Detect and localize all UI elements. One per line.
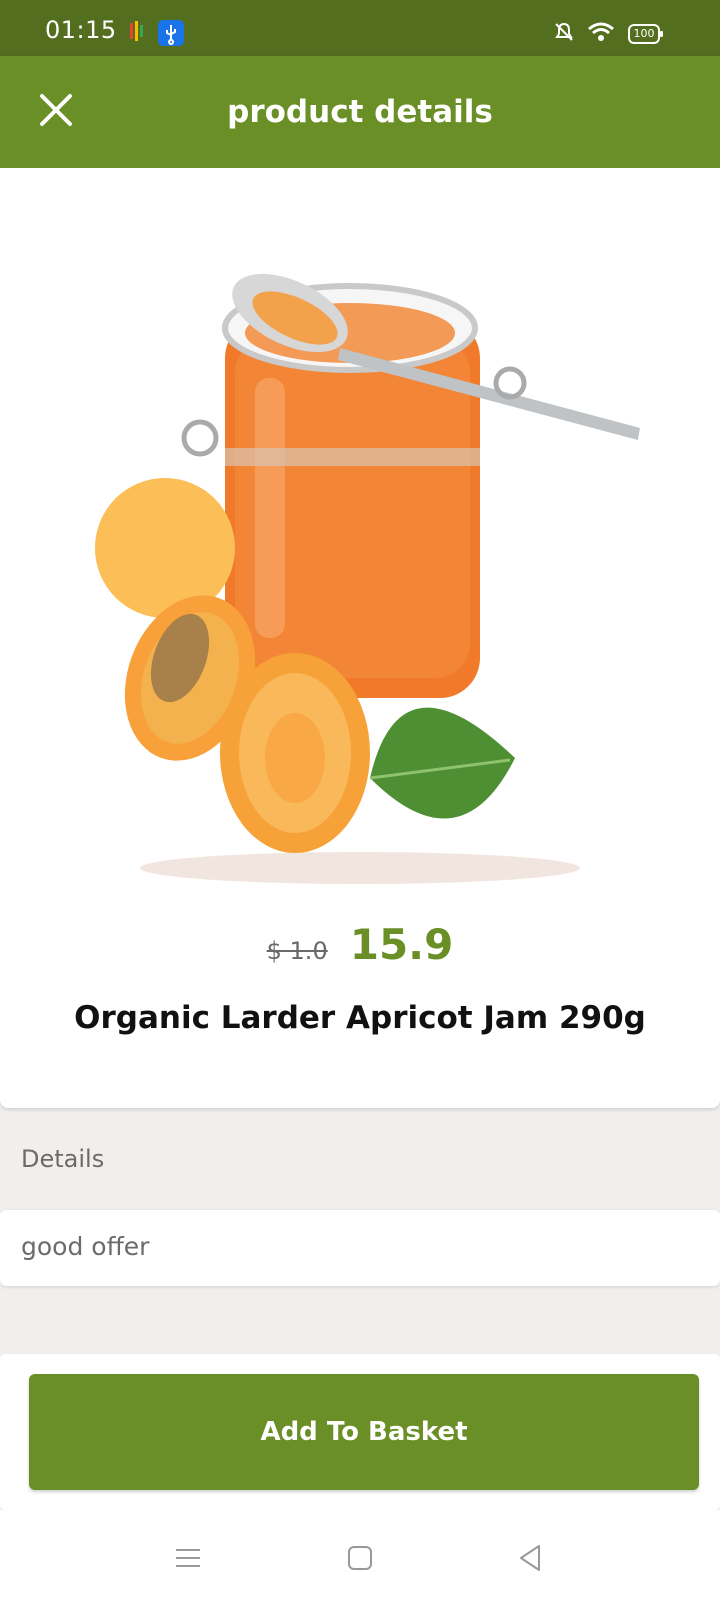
home-icon: [347, 1545, 373, 1575]
bell-off-icon: [554, 22, 574, 46]
nav-back-button[interactable]: [510, 1540, 550, 1580]
details-label: Details: [21, 1145, 105, 1173]
product-card: $ 1.0 15.9 Organic Larder Apricot Jam 29…: [0, 168, 720, 1108]
status-bar: 01:15 100: [0, 0, 720, 56]
nav-menu-button[interactable]: [168, 1540, 208, 1580]
old-price: $ 1.0: [266, 937, 328, 965]
google-photos-icon: [126, 20, 148, 50]
status-right-icons: 100: [554, 22, 663, 46]
current-price: 15.9: [349, 920, 454, 969]
battery-icon: 100: [628, 24, 663, 44]
product-image: [40, 178, 680, 898]
wifi-icon: [588, 22, 614, 46]
basket-panel: Add To Basket: [0, 1354, 720, 1510]
app-bar: product details: [0, 56, 720, 168]
back-icon: [517, 1544, 543, 1576]
product-name: Organic Larder Apricot Jam 290g: [74, 1000, 646, 1036]
status-time: 01:15: [45, 16, 117, 44]
usb-icon: [158, 20, 184, 50]
system-nav-bar: [0, 1510, 720, 1600]
add-to-basket-button[interactable]: Add To Basket: [29, 1374, 699, 1490]
price-row: $ 1.0 15.9: [0, 920, 720, 969]
status-left-icons: [126, 20, 184, 50]
details-text: good offer: [21, 1232, 150, 1261]
details-box: good offer: [0, 1210, 720, 1286]
page-title: product details: [227, 94, 493, 130]
menu-icon: [174, 1546, 202, 1574]
nav-home-button[interactable]: [340, 1540, 380, 1580]
